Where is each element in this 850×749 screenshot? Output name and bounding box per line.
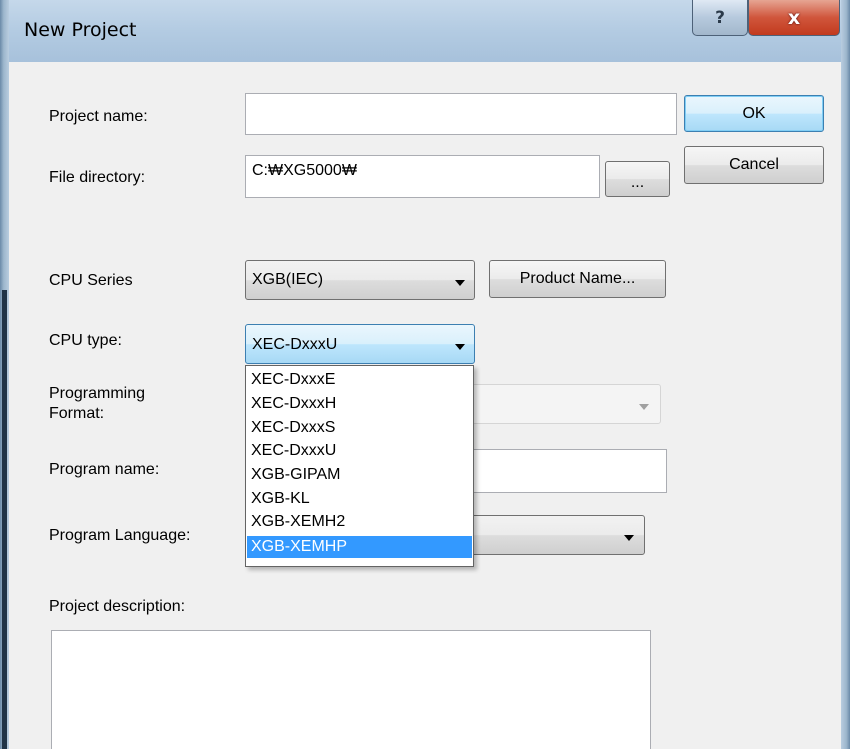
cpu-series-dropdown[interactable]: XGB(IEC) <box>245 260 475 300</box>
dropdown-option[interactable]: XGB-KL <box>247 488 472 510</box>
cpu-series-label: CPU Series <box>49 272 133 289</box>
programming-format-label-line2: Format: <box>49 405 105 422</box>
file-directory-label: File directory: <box>49 169 146 186</box>
chevron-down-icon <box>455 280 465 286</box>
title-bar[interactable]: New Project ? x <box>9 0 841 62</box>
help-icon: ? <box>715 7 725 28</box>
cancel-button[interactable]: Cancel <box>684 146 824 184</box>
cpu-type-label: CPU type: <box>49 332 122 349</box>
ok-button[interactable]: OK <box>684 95 824 132</box>
project-description-textarea[interactable] <box>51 630 651 749</box>
chevron-down-icon <box>639 404 649 410</box>
close-button[interactable]: x <box>748 0 840 36</box>
dialog-body: Project name: OK Cancel File directory: … <box>9 62 841 749</box>
dropdown-option-highlighted[interactable]: XGB-XEMHP <box>247 536 472 558</box>
help-button[interactable]: ? <box>692 0 748 36</box>
cpu-type-dropdown-list: XEC-DxxxE XEC-DxxxH XEC-DxxxS XEC-DxxxU … <box>245 365 474 567</box>
project-description-label: Project description: <box>49 598 186 615</box>
cpu-type-value: XEC-DxxxU <box>252 336 338 353</box>
cpu-type-dropdown[interactable]: XEC-DxxxU <box>245 324 475 364</box>
chevron-down-icon <box>624 535 634 541</box>
dropdown-option[interactable]: XGB-GIPAM <box>247 464 472 486</box>
project-name-input[interactable] <box>245 93 677 135</box>
dropdown-option[interactable]: XEC-DxxxU <box>247 440 472 462</box>
window-frame-right <box>841 0 850 749</box>
dropdown-option[interactable]: XEC-DxxxE <box>247 369 472 391</box>
project-name-label: Project name: <box>49 108 148 125</box>
file-directory-input[interactable]: C:₩XG5000₩ <box>245 155 600 198</box>
window-frame-left <box>0 0 9 749</box>
programming-format-label-line1: Programming <box>49 385 146 402</box>
window-frame-shadow <box>2 290 7 749</box>
product-name-button[interactable]: Product Name... <box>489 260 666 298</box>
program-name-label: Program name: <box>49 461 160 478</box>
window-title: New Project <box>24 19 137 41</box>
dropdown-option[interactable]: XEC-DxxxH <box>247 393 472 415</box>
browse-button[interactable]: ... <box>605 161 670 197</box>
cpu-series-value: XGB(IEC) <box>252 271 324 288</box>
dropdown-option[interactable]: XGB-XEMH2 <box>247 511 472 533</box>
programming-format-label: Programming Format: <box>49 384 145 424</box>
close-icon: x <box>787 6 801 29</box>
dropdown-option[interactable]: XEC-DxxxS <box>247 417 472 439</box>
chevron-down-icon <box>455 344 465 350</box>
program-language-label: Program Language: <box>49 527 191 544</box>
